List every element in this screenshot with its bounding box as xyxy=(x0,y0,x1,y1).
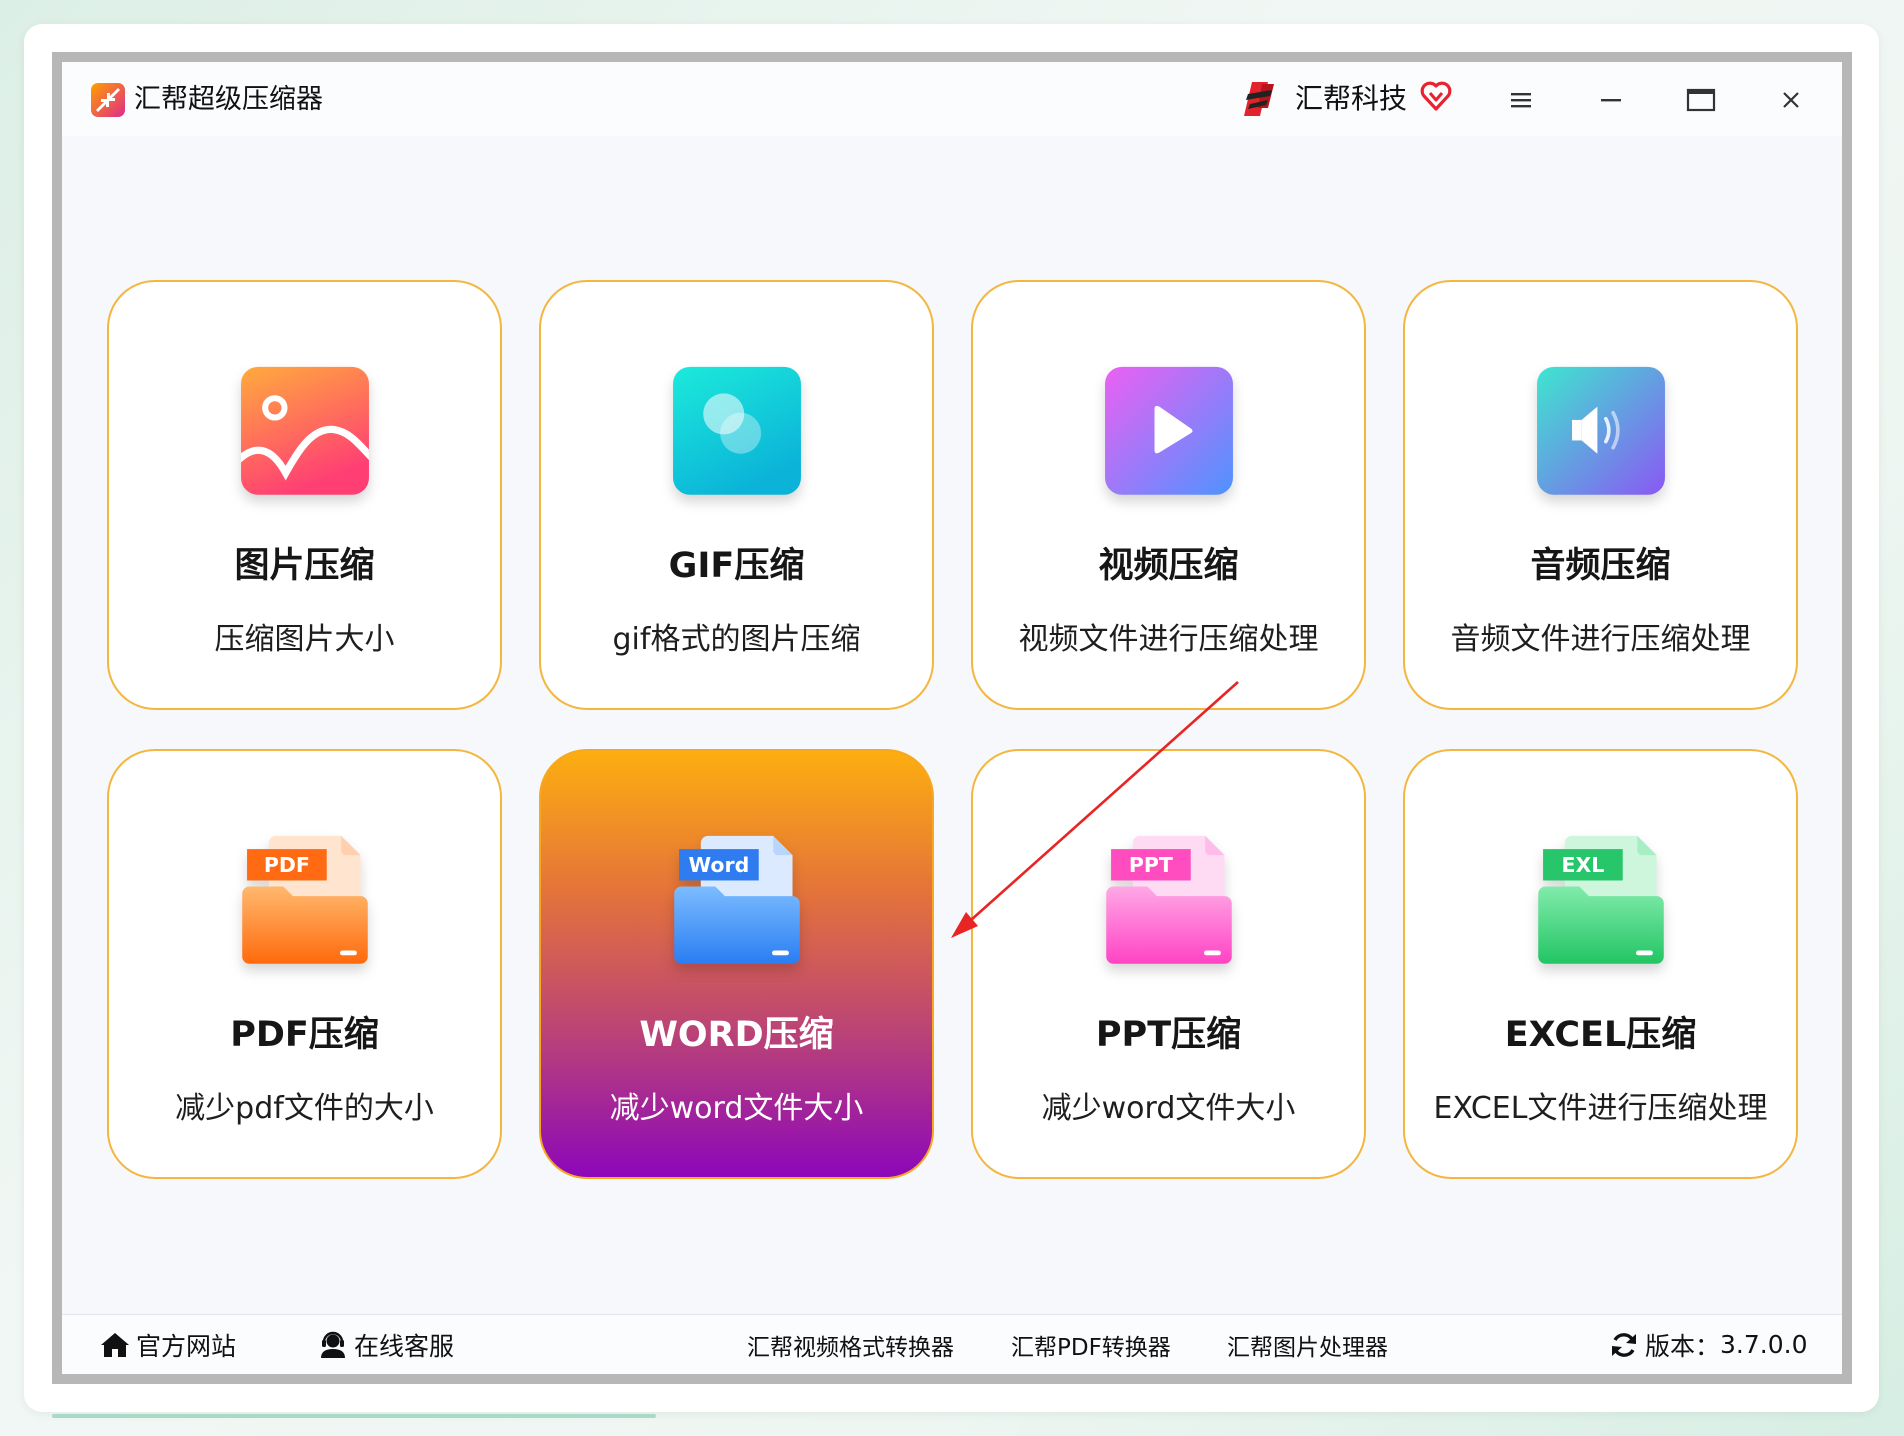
tool-card-title: PPT压缩 xyxy=(1095,1015,1242,1055)
brand-name: 汇帮科技 xyxy=(1295,82,1408,115)
tool-card-desc: 压缩图片大小 xyxy=(214,622,395,657)
tool-card-gif[interactable]: GIF压缩 gif格式的图片压缩 xyxy=(539,280,934,710)
image-icon xyxy=(240,366,369,495)
version-number: 3.7.0.0 xyxy=(1720,1330,1808,1359)
tool-card-audio[interactable]: 音频压缩 音频文件进行压缩处理 xyxy=(1403,280,1798,710)
close-button[interactable] xyxy=(1775,84,1807,116)
audio-icon xyxy=(1536,366,1665,495)
ppt-folder-icon: PPT xyxy=(1105,835,1232,964)
tool-card-title: 视频压缩 xyxy=(1098,546,1239,586)
tool-card-desc: 减少pdf文件的大小 xyxy=(175,1091,434,1126)
tool-card-title: 音频压缩 xyxy=(1530,546,1671,586)
official-website-label: 官方网站 xyxy=(136,1331,237,1361)
tool-card-title: GIF压缩 xyxy=(668,546,805,586)
footer-link-video-converter[interactable]: 汇帮视频格式转换器 xyxy=(747,1315,954,1374)
ppt-badge-label: PPT xyxy=(1128,853,1172,877)
tool-card-video[interactable]: 视频压缩 视频文件进行压缩处理 xyxy=(971,280,1366,710)
word-folder-icon: Word xyxy=(673,835,800,964)
app-window: 汇帮超级压缩器 汇帮科技 图片压缩 压缩图片大小 GIF压缩 gif格式的图片压… xyxy=(62,62,1842,1374)
customer-service-icon xyxy=(321,1331,345,1358)
tool-card-title: PDF压缩 xyxy=(230,1015,379,1055)
version-info[interactable]: 版本： 3.7.0.0 xyxy=(1609,1315,1807,1374)
tool-card-desc: 音频文件进行压缩处理 xyxy=(1450,622,1751,657)
excel-folder-icon: EXL xyxy=(1537,835,1664,964)
maximize-button[interactable] xyxy=(1685,84,1717,116)
tool-card-desc: gif格式的图片压缩 xyxy=(612,622,861,657)
brand-logo-icon xyxy=(1244,82,1274,116)
tool-card-title: EXCEL压缩 xyxy=(1504,1015,1697,1055)
vip-heart-icon[interactable] xyxy=(1420,80,1452,112)
tool-card-title: WORD压缩 xyxy=(639,1015,834,1055)
minimize-icon xyxy=(1601,99,1621,102)
menu-button[interactable] xyxy=(1505,84,1537,116)
title-bar[interactable]: 汇帮超级压缩器 汇帮科技 xyxy=(62,62,1842,136)
menu-icon xyxy=(1511,93,1531,108)
pdf-folder-icon: PDF xyxy=(241,835,368,964)
video-icon xyxy=(1104,366,1233,495)
app-title: 汇帮超级压缩器 xyxy=(134,84,323,115)
tool-card-desc: 减少word文件大小 xyxy=(609,1091,864,1126)
tool-card-word[interactable]: Word WORD压缩 减少word文件大小 xyxy=(539,749,934,1179)
excel-badge-label: EXL xyxy=(1561,853,1604,877)
tool-card-pdf[interactable]: PDF PDF压缩 减少pdf文件的大小 xyxy=(107,749,502,1179)
pdf-badge-label: PDF xyxy=(263,853,309,877)
gif-icon xyxy=(672,366,801,495)
tool-card-desc: 视频文件进行压缩处理 xyxy=(1018,622,1319,657)
footer-link-pdf-converter[interactable]: 汇帮PDF转换器 xyxy=(1011,1315,1171,1374)
tool-card-desc: 减少word文件大小 xyxy=(1041,1091,1296,1126)
online-support-link[interactable]: 在线客服 xyxy=(318,1315,454,1374)
tool-card-title: 图片压缩 xyxy=(234,546,375,586)
minimize-button[interactable] xyxy=(1595,84,1627,116)
footer-link-image-processor[interactable]: 汇帮图片处理器 xyxy=(1227,1315,1388,1374)
bottom-accent-line xyxy=(52,1414,656,1418)
maximize-icon xyxy=(1686,88,1716,112)
version-label: 版本： xyxy=(1645,1331,1721,1361)
close-icon xyxy=(1783,92,1799,108)
footer-bar: 官方网站 在线客服 汇帮视频格式转换器 汇帮PDF转换器 汇帮图片处理器 版本： xyxy=(62,1314,1842,1374)
tool-card-desc: EXCEL文件进行压缩处理 xyxy=(1433,1091,1768,1126)
tool-card-ppt[interactable]: PPT PPT压缩 减少word文件大小 xyxy=(971,749,1366,1179)
tool-card-image[interactable]: 图片压缩 压缩图片大小 xyxy=(107,280,502,710)
word-badge-label: Word xyxy=(688,853,749,877)
tool-card-excel[interactable]: EXL EXCEL压缩 EXCEL文件进行压缩处理 xyxy=(1403,749,1798,1179)
app-logo-icon xyxy=(91,83,125,117)
online-support-label: 在线客服 xyxy=(354,1331,455,1361)
refresh-icon xyxy=(1612,1332,1636,1357)
official-website-link[interactable]: 官方网站 xyxy=(100,1315,236,1374)
home-icon xyxy=(101,1332,129,1357)
